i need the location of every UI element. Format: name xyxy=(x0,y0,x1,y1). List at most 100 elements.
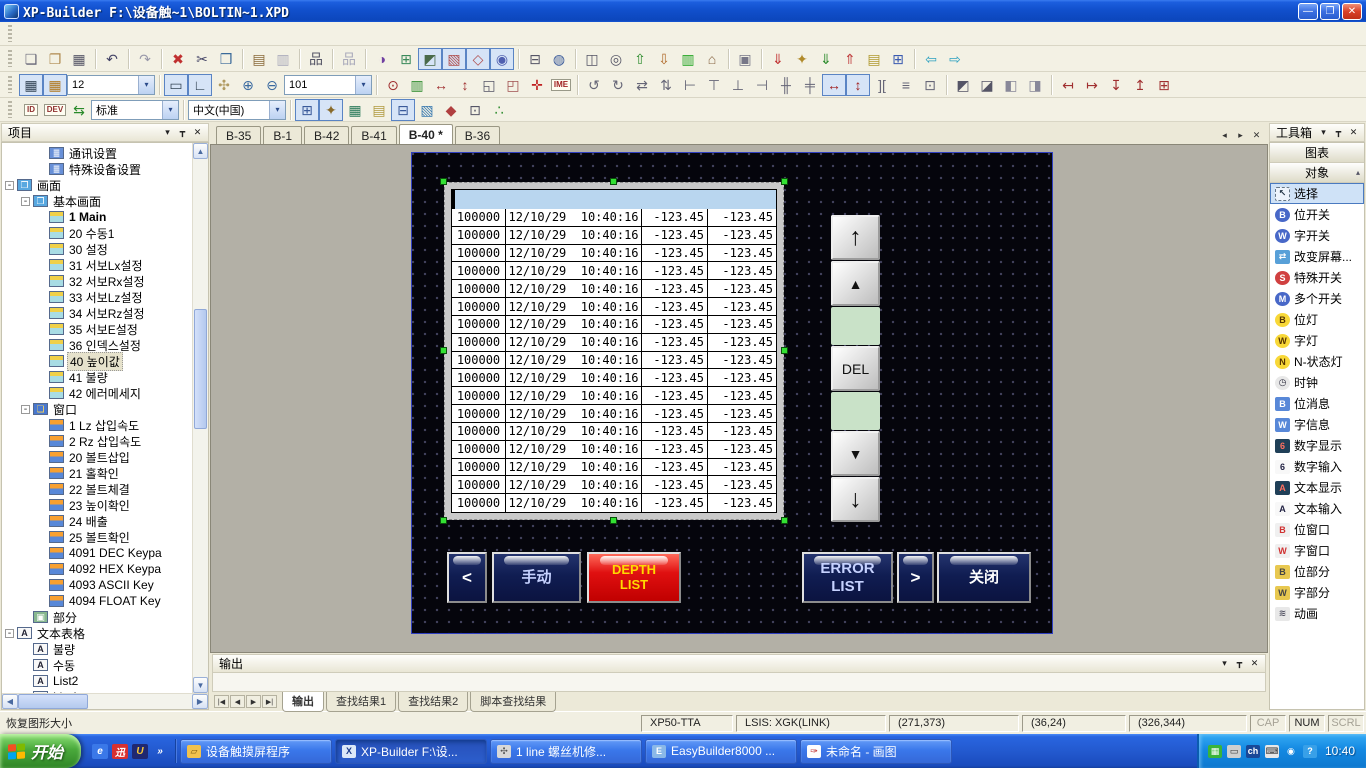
import-project[interactable]: ⇓ xyxy=(814,48,838,70)
export-device[interactable]: ▤ xyxy=(862,48,886,70)
toolbox-item[interactable]: W 字窗口 xyxy=(1270,540,1364,561)
tree-item[interactable]: 25 볼트확인 xyxy=(2,529,192,545)
output-nav-last-button[interactable]: ▶| xyxy=(262,695,277,708)
image-library[interactable]: ▧ xyxy=(415,99,439,121)
menu-item[interactable] xyxy=(55,31,73,37)
taskbar-task-button[interactable]: ▱ 设备触摸屏程序 xyxy=(180,739,332,764)
minimize-button[interactable]: — xyxy=(1298,3,1318,20)
next-page-button[interactable]: > xyxy=(897,552,934,603)
separator[interactable] xyxy=(286,99,295,121)
center-horizontal[interactable]: ╫ xyxy=(774,74,798,96)
prev-page-button[interactable]: < xyxy=(447,552,487,603)
tray-lan[interactable]: ▦ xyxy=(1208,745,1222,758)
zoom-combo[interactable]: 101 xyxy=(284,75,372,95)
tree-horizontal-scrollbar[interactable]: ◀ ▶ xyxy=(2,693,208,709)
project-panel-toggle[interactable]: ⊞ xyxy=(295,99,319,121)
group[interactable]: 品 xyxy=(304,48,328,70)
stretch-left[interactable]: ↤ xyxy=(1056,74,1080,96)
align-right[interactable]: ⊣ xyxy=(750,74,774,96)
toolbar-grip[interactable] xyxy=(8,101,12,118)
tree-expander-icon[interactable]: - xyxy=(5,629,14,638)
tray-help[interactable]: ? xyxy=(1303,745,1317,758)
toolbox-item[interactable]: M 多个开关 xyxy=(1270,288,1364,309)
send-backward[interactable]: ◨ xyxy=(1023,74,1047,96)
toolbox-item[interactable]: S 特殊开关 xyxy=(1270,267,1364,288)
toolbox-item[interactable]: B 位开关 xyxy=(1270,204,1364,225)
ungroup[interactable]: 品 xyxy=(337,48,361,70)
combo-arrow-icon[interactable] xyxy=(162,101,178,119)
separator[interactable] xyxy=(514,48,523,70)
quick-launch-ie[interactable]: e xyxy=(92,744,108,759)
toolbar-grip[interactable] xyxy=(8,25,12,42)
toolbar-grip[interactable] xyxy=(8,50,12,67)
toolbox-item[interactable]: W 字信息 xyxy=(1270,414,1364,435)
toolbox-item[interactable]: ◷ 时钟 xyxy=(1270,372,1364,393)
separator[interactable] xyxy=(124,48,133,70)
fit-to-screen[interactable]: ⊞ xyxy=(1152,74,1176,96)
menu-item[interactable] xyxy=(73,31,91,37)
screen-tab[interactable]: B-41 xyxy=(351,126,396,144)
guideline[interactable]: ∟ xyxy=(188,74,212,96)
template-copy[interactable]: ⊡ xyxy=(463,99,487,121)
toolbox-item[interactable]: N N-状态灯 xyxy=(1270,351,1364,372)
toolbox-group-objects[interactable]: 对象 xyxy=(1270,163,1364,183)
separator[interactable] xyxy=(328,48,337,70)
tab-close-button[interactable]: ✕ xyxy=(1249,128,1264,142)
tree-item[interactable]: 21 홀확인 xyxy=(2,465,192,481)
screen-tab[interactable]: B-1 xyxy=(263,126,302,144)
menu-item[interactable] xyxy=(109,31,127,37)
start-button[interactable]: 开始 xyxy=(0,734,81,768)
separator[interactable] xyxy=(179,99,188,121)
nav-forward[interactable]: ⇨ xyxy=(943,48,967,70)
tree-item[interactable]: 42 에러메세지 xyxy=(2,385,192,401)
menu-item[interactable] xyxy=(91,31,109,37)
tree-item[interactable]: 32 서보Rx설정 xyxy=(2,273,192,289)
language-combo[interactable]: 中文(中国) xyxy=(188,100,286,120)
toolbox-item[interactable]: B 位部分 xyxy=(1270,561,1364,582)
cross-reference[interactable]: ⇆ xyxy=(67,99,91,121)
tree-vertical-scrollbar[interactable]: ▲ ▼ xyxy=(192,143,208,693)
output-tab[interactable]: 输出 xyxy=(282,692,324,712)
tree-item[interactable]: 24 배출 xyxy=(2,513,192,529)
select-color[interactable]: ◉ xyxy=(490,48,514,70)
separator[interactable] xyxy=(361,48,370,70)
undo[interactable]: ↶ xyxy=(100,48,124,70)
flip-horizontal[interactable]: ⇄ xyxy=(630,74,654,96)
toolbox-item[interactable]: ↖ 选择 xyxy=(1270,183,1364,204)
separator[interactable] xyxy=(942,74,951,96)
cut[interactable]: ✂ xyxy=(190,48,214,70)
tree-item[interactable]: A List2 xyxy=(2,673,192,689)
flip-vertical[interactable]: ⇅ xyxy=(654,74,678,96)
data-monitor[interactable]: ▦ xyxy=(343,99,367,121)
grid-size-combo[interactable]: 12 xyxy=(67,75,155,95)
stretch-right[interactable]: ↦ xyxy=(1080,74,1104,96)
tree-item[interactable]: 33 서보Lz설정 xyxy=(2,289,192,305)
tree-expander-icon[interactable]: - xyxy=(5,181,14,190)
scroll-up-icon[interactable]: ▲ xyxy=(193,143,208,159)
panel-dropdown-button[interactable]: ▾ xyxy=(1316,126,1331,140)
tree-item[interactable]: 1 Lz 삽입속도 xyxy=(2,417,192,433)
panel-pin-button[interactable]: ┳ xyxy=(1232,657,1247,671)
panel-close-button[interactable]: ✕ xyxy=(1346,126,1361,140)
tree-item[interactable]: 22 볼트체결 xyxy=(2,481,192,497)
upload-from-device[interactable]: ⇧ xyxy=(628,48,652,70)
tree-item[interactable]: 31 서보Lx설정 xyxy=(2,257,192,273)
tree-item[interactable]: 20 볼트삽입 xyxy=(2,449,192,465)
screen-tab[interactable]: B-35 xyxy=(216,126,261,144)
toolbar-grip[interactable] xyxy=(8,76,12,93)
panel-close-button[interactable]: ✕ xyxy=(1247,657,1262,671)
data-link[interactable]: ∴ xyxy=(487,99,511,121)
tree-item[interactable]: 4092 HEX Keypa xyxy=(2,561,192,577)
taskbar-task-button[interactable]: E EasyBuilder8000 ... xyxy=(645,739,797,764)
panel-pin-button[interactable]: ┳ xyxy=(175,126,190,140)
tree-item[interactable]: 2 Rz 삽입속도 xyxy=(2,433,192,449)
menu-item[interactable] xyxy=(19,31,37,37)
transfer-settings[interactable]: ✦ xyxy=(790,48,814,70)
tree-item[interactable]: - A 文本表格 xyxy=(2,625,192,641)
toolbox-item[interactable]: W 字开关 xyxy=(1270,225,1364,246)
quick-launch-app-red[interactable]: 迅 xyxy=(112,744,128,759)
same-height[interactable]: ↕ xyxy=(846,74,870,96)
taskbar-task-button[interactable]: ✣ 1 line 螺丝机修... xyxy=(490,739,642,764)
profile-combo[interactable]: 标准 xyxy=(91,100,179,120)
graphic-3d[interactable]: ◆ xyxy=(439,99,463,121)
